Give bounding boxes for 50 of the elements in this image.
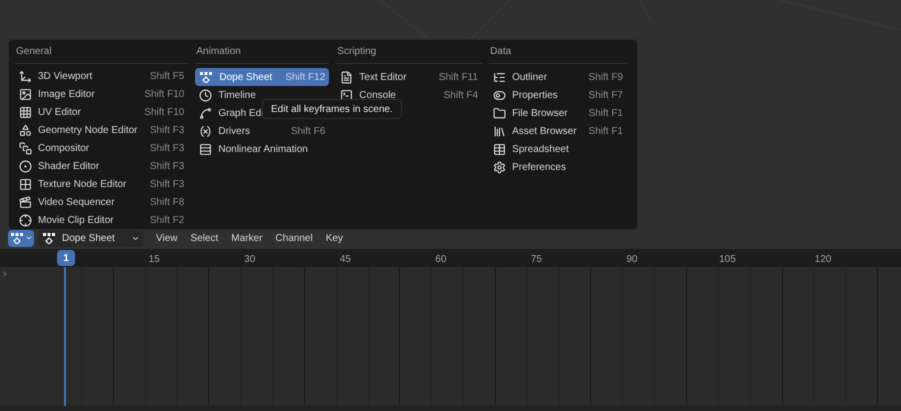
frame-number: 15: [148, 253, 160, 267]
item-label: Spreadsheet: [512, 142, 569, 156]
shortcut-label: Shift F7: [588, 88, 623, 102]
frame-number: 60: [435, 253, 446, 267]
shortcut-label: Shift F4: [444, 88, 478, 102]
shortcut-label: Shift F3: [150, 124, 184, 138]
shortcut-label: Shift F1: [588, 106, 623, 120]
item-label: Image Editor: [38, 88, 95, 102]
frame-number: 105: [719, 253, 736, 267]
item-label: Movie Clip Editor: [38, 214, 114, 228]
item-label: Properties: [512, 88, 558, 102]
item-label: UV Editor: [38, 106, 81, 120]
shortcut-label: Shift F8: [150, 196, 184, 210]
shortcut-label: Shift F11: [438, 70, 478, 84]
item-label: Shader Editor: [38, 160, 100, 174]
item-label: Dope Sheet: [219, 70, 272, 84]
item-label: Asset Browser: [512, 124, 577, 138]
item-label: File Browser: [512, 106, 568, 120]
column-heading: Animation: [195, 45, 241, 59]
shortcut-label: Shift F1: [588, 124, 623, 138]
column-heading: Data: [489, 45, 512, 59]
frame-number: 75: [530, 253, 542, 267]
tooltip: Edit all keyframes in scene.: [262, 99, 402, 119]
shortcut-label: Shift F10: [144, 106, 184, 120]
shortcut-label: Shift F2: [150, 214, 184, 228]
shortcut-label: Shift F6: [290, 124, 326, 138]
frame-number: 30: [244, 253, 256, 267]
shortcut-label: Shift F5: [150, 70, 184, 84]
item-label: Drivers: [218, 124, 250, 138]
frame-number: 90: [626, 253, 638, 267]
shortcut-label: Shift F10: [144, 88, 184, 102]
column-heading: General: [15, 45, 52, 59]
item-label: Outliner: [512, 70, 548, 84]
item-label: Geometry Node Editor: [38, 124, 138, 138]
frame-number: 120: [814, 253, 832, 267]
shortcut-label: Shift F3: [150, 178, 184, 192]
item-label: Text Editor: [359, 70, 407, 84]
shortcut-label: Shift F9: [588, 70, 623, 84]
column-heading: Scripting: [336, 45, 376, 59]
shortcut-label: Shift F12: [285, 70, 326, 84]
item-label: Texture Node Editor: [38, 178, 126, 192]
frame-number: 45: [340, 253, 351, 267]
item-label: 3D Viewport: [38, 70, 92, 84]
item-label: Timeline: [218, 88, 256, 102]
shortcut-label: Shift F3: [150, 142, 184, 156]
shortcut-label: Shift F3: [150, 160, 184, 174]
item-label: Preferences: [512, 160, 566, 174]
item-label: Video Sequencer: [38, 196, 115, 210]
item-label: Compositor: [38, 142, 90, 156]
item-label: Nonlinear Animation: [218, 142, 308, 156]
